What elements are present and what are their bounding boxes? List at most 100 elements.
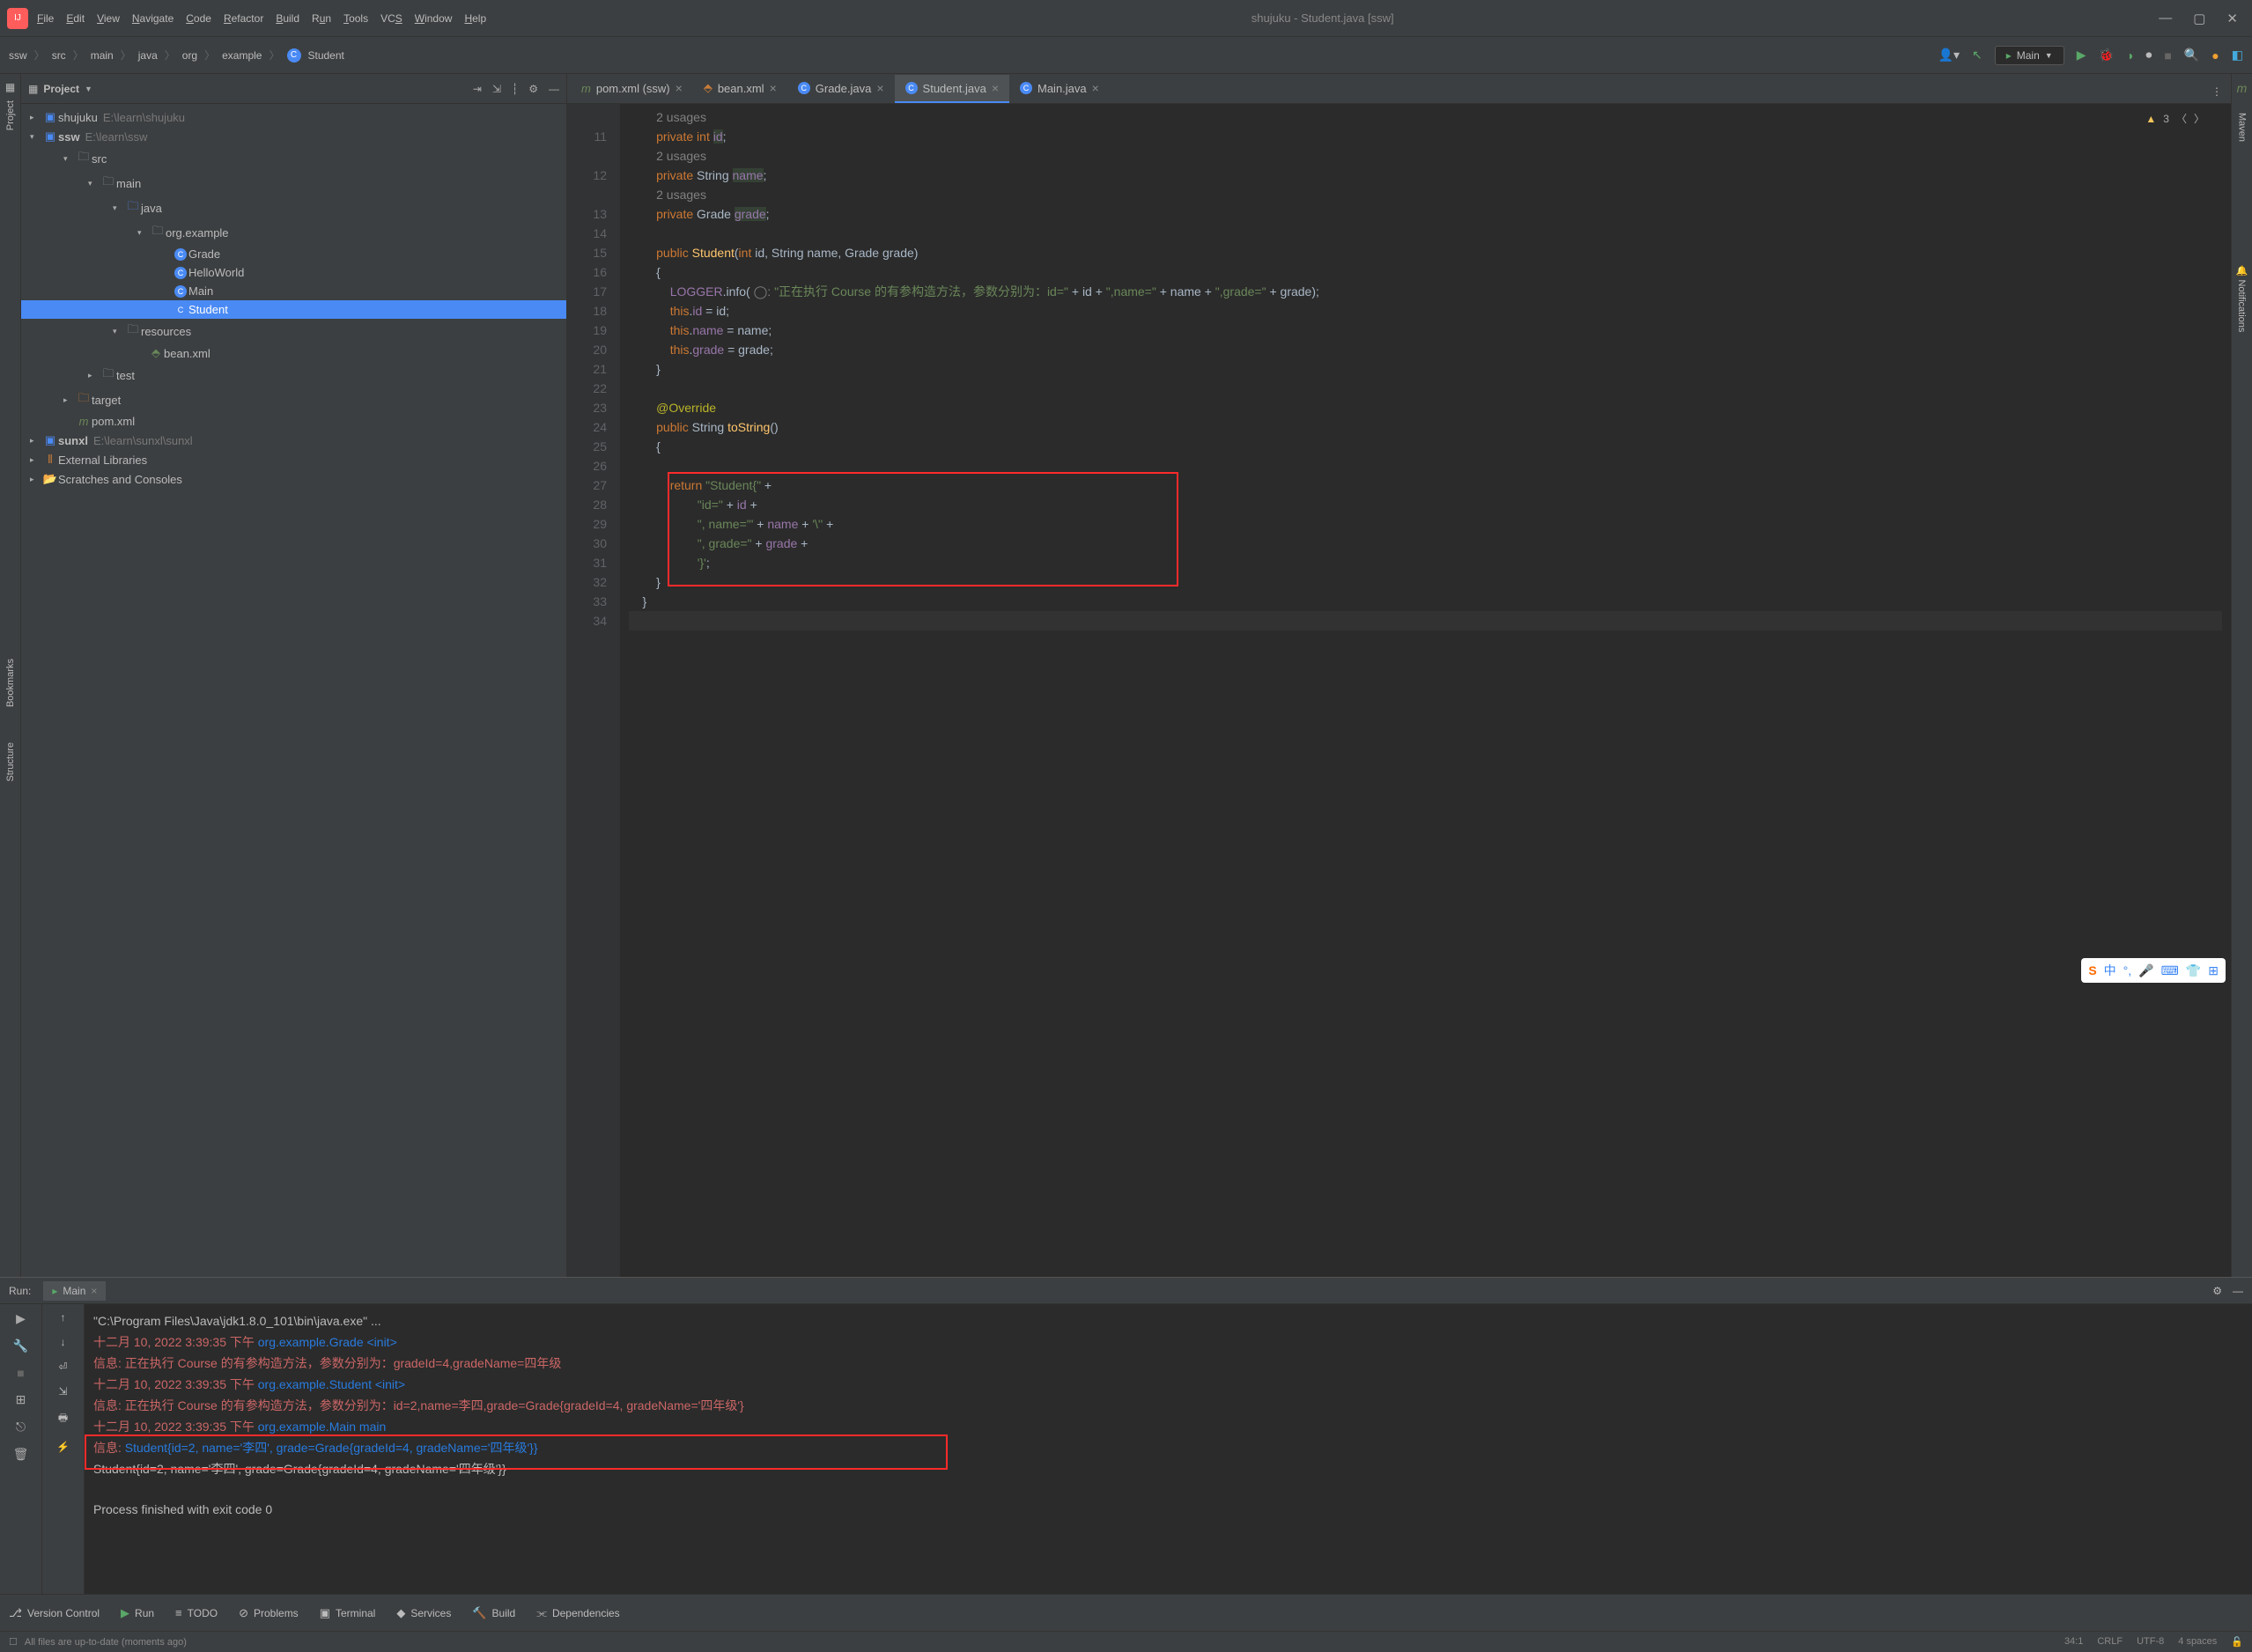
menu-edit[interactable]: Edit xyxy=(66,12,85,25)
line-separator[interactable]: CRLF xyxy=(2097,1636,2123,1648)
code-editor[interactable]: ▲3〈〉 11 12 13141516171819202122232425262… xyxy=(567,104,2231,1277)
tree-item[interactable]: ▾▣sswE:\learn\ssw xyxy=(21,127,566,146)
tree-item[interactable]: CHelloWorld xyxy=(21,263,566,282)
crumb[interactable]: src xyxy=(52,49,66,62)
ime-lang-icon[interactable]: 中 xyxy=(2104,962,2116,979)
tree-item[interactable]: ▸🗀target xyxy=(21,387,566,412)
run-gear-icon[interactable]: ⚙ xyxy=(2212,1285,2222,1297)
status-sync-icon[interactable]: ☐ xyxy=(9,1636,18,1648)
run-hide-icon[interactable]: — xyxy=(2233,1285,2243,1297)
tab-todo[interactable]: ≡TODO xyxy=(175,1606,218,1619)
tab-terminal[interactable]: ▣Terminal xyxy=(320,1606,376,1620)
tree-item[interactable]: ▸📂Scratches and Consoles xyxy=(21,469,566,489)
ime-toolbar[interactable]: S 中 °, 🎤 ⌨ 👕 ⊞ xyxy=(2081,958,2226,983)
run-exit-icon[interactable]: ⎋ xyxy=(16,1420,26,1434)
notifications-tool-label[interactable]: 🔔 Notifications xyxy=(2236,265,2248,332)
print-icon[interactable]: 🖶 xyxy=(58,1410,68,1428)
editor-tab-active[interactable]: CStudent.java× xyxy=(895,75,1009,103)
tree-item[interactable]: ▸⫴External Libraries xyxy=(21,450,566,469)
debug-icon[interactable]: 🐞 xyxy=(2098,48,2113,63)
editor-tab[interactable]: CMain.java× xyxy=(1009,75,1110,103)
tree-item[interactable]: ⬘bean.xml xyxy=(21,343,566,363)
hide-icon[interactable]: — xyxy=(549,83,559,95)
ime-menu-icon[interactable]: ⊞ xyxy=(2208,963,2219,978)
tree-item[interactable]: ▾🗀java xyxy=(21,195,566,220)
tree-item[interactable]: ▾🗀org.example xyxy=(21,220,566,245)
maven-icon[interactable]: m xyxy=(2237,81,2248,95)
profile-icon[interactable]: ⏺ xyxy=(2145,48,2152,63)
crumb[interactable]: ssw xyxy=(9,49,27,62)
user-add-icon[interactable]: 👤▾ xyxy=(1938,48,1960,63)
tab-run[interactable]: ▶Run xyxy=(121,1606,154,1620)
tree-item-selected[interactable]: CStudent xyxy=(21,300,566,319)
tab-options-icon[interactable]: ⋮ xyxy=(2203,80,2231,103)
down-icon[interactable]: ↓ xyxy=(61,1336,66,1348)
ime-punct-icon[interactable]: °, xyxy=(2123,963,2132,977)
menu-navigate[interactable]: Navigate xyxy=(132,12,174,25)
tab-build[interactable]: 🔨Build xyxy=(472,1606,515,1620)
coverage-icon[interactable]: ◑ xyxy=(2126,48,2133,63)
run-layout-icon[interactable]: ⊞ xyxy=(16,1392,26,1407)
bookmarks-tool-label[interactable]: Bookmarks xyxy=(5,659,16,707)
up-icon[interactable]: ↑ xyxy=(61,1311,66,1324)
rerun-icon[interactable]: ▶ xyxy=(16,1311,26,1326)
tab-services[interactable]: ◆Services xyxy=(396,1606,451,1620)
project-tree[interactable]: ▸▣shujukuE:\learn\shujuku ▾▣sswE:\learn\… xyxy=(21,104,566,1277)
tree-item[interactable]: CGrade xyxy=(21,245,566,263)
project-tool-icon[interactable]: ▦ xyxy=(5,81,15,93)
select-opened-icon[interactable]: ⇥ xyxy=(473,83,482,95)
indent-setting[interactable]: 4 spaces xyxy=(2178,1636,2217,1648)
tree-item[interactable]: ▸▣shujukuE:\learn\shujuku xyxy=(21,107,566,127)
project-tool-label[interactable]: Project xyxy=(5,100,16,130)
wrap-icon[interactable]: ⏎ xyxy=(58,1361,67,1373)
menu-view[interactable]: View xyxy=(97,12,120,25)
ime-keyboard-icon[interactable]: ⌨ xyxy=(2161,963,2179,978)
structure-tool-label[interactable]: Structure xyxy=(5,742,16,782)
menu-file[interactable]: File xyxy=(37,12,54,25)
tab-version-control[interactable]: ⎇Version Control xyxy=(9,1606,100,1620)
tree-item[interactable]: ▸▣sunxlE:\learn\sunxl\sunxl xyxy=(21,431,566,450)
expand-all-icon[interactable]: ⇲ xyxy=(492,83,501,95)
tree-item[interactable]: ▾🗀src xyxy=(21,146,566,171)
file-encoding[interactable]: UTF-8 xyxy=(2137,1636,2164,1648)
tree-item[interactable]: mpom.xml xyxy=(21,412,566,431)
run-config-selector[interactable]: ▸ Main ▼ xyxy=(1995,46,2064,65)
editor-tab[interactable]: CGrade.java× xyxy=(787,75,895,103)
tree-item[interactable]: ▾🗀main xyxy=(21,171,566,195)
crumb[interactable]: org xyxy=(182,49,197,62)
ime-mic-icon[interactable]: 🎤 xyxy=(2138,963,2153,978)
back-icon[interactable]: ↖ xyxy=(1972,48,1982,63)
filter-icon[interactable]: ⚡ xyxy=(56,1441,70,1453)
run-icon[interactable]: ▶ xyxy=(2077,48,2086,63)
tree-item[interactable]: CMain xyxy=(21,282,566,300)
editor-tab[interactable]: mpom.xml (ssw)× xyxy=(571,75,693,103)
run-tab[interactable]: ▸Main× xyxy=(43,1281,106,1301)
stop-icon[interactable]: ■ xyxy=(2164,48,2171,63)
scroll-icon[interactable]: ⇲ xyxy=(58,1385,67,1398)
crumb[interactable]: example xyxy=(222,49,262,62)
menu-refactor[interactable]: Refactor xyxy=(224,12,263,25)
menu-build[interactable]: Build xyxy=(276,12,299,25)
crumb-current[interactable]: Student xyxy=(308,49,344,62)
gear-icon[interactable]: ⚙ xyxy=(528,83,538,95)
tab-dependencies[interactable]: ⫘Dependencies xyxy=(536,1606,619,1620)
trash-icon[interactable]: 🗑 xyxy=(13,1447,29,1462)
maximize-icon[interactable]: ▢ xyxy=(2193,11,2205,26)
tab-problems[interactable]: ⊘Problems xyxy=(239,1606,299,1620)
collapse-all-icon[interactable]: ┆ xyxy=(512,83,518,95)
menu-run[interactable]: Run xyxy=(312,12,331,25)
menu-tools[interactable]: Tools xyxy=(343,12,368,25)
crumb[interactable]: main xyxy=(91,49,114,62)
ide-update-icon[interactable]: ◧ xyxy=(2232,48,2243,63)
crumb[interactable]: java xyxy=(138,49,158,62)
caret-position[interactable]: 34:1 xyxy=(2064,1636,2083,1648)
readonly-icon[interactable]: 🔓 xyxy=(2231,1636,2243,1648)
console-output[interactable]: "C:\Program Files\Java\jdk1.8.0_101\bin\… xyxy=(85,1304,2252,1594)
run-settings-icon[interactable]: 🔧 xyxy=(13,1339,28,1353)
run-stop-icon[interactable]: ■ xyxy=(17,1366,24,1380)
menu-help[interactable]: Help xyxy=(464,12,486,25)
menu-code[interactable]: Code xyxy=(186,12,211,25)
maven-tool-label[interactable]: Maven xyxy=(2237,113,2248,142)
editor-tab[interactable]: ⬘bean.xml× xyxy=(693,75,787,103)
menu-window[interactable]: Window xyxy=(415,12,453,25)
